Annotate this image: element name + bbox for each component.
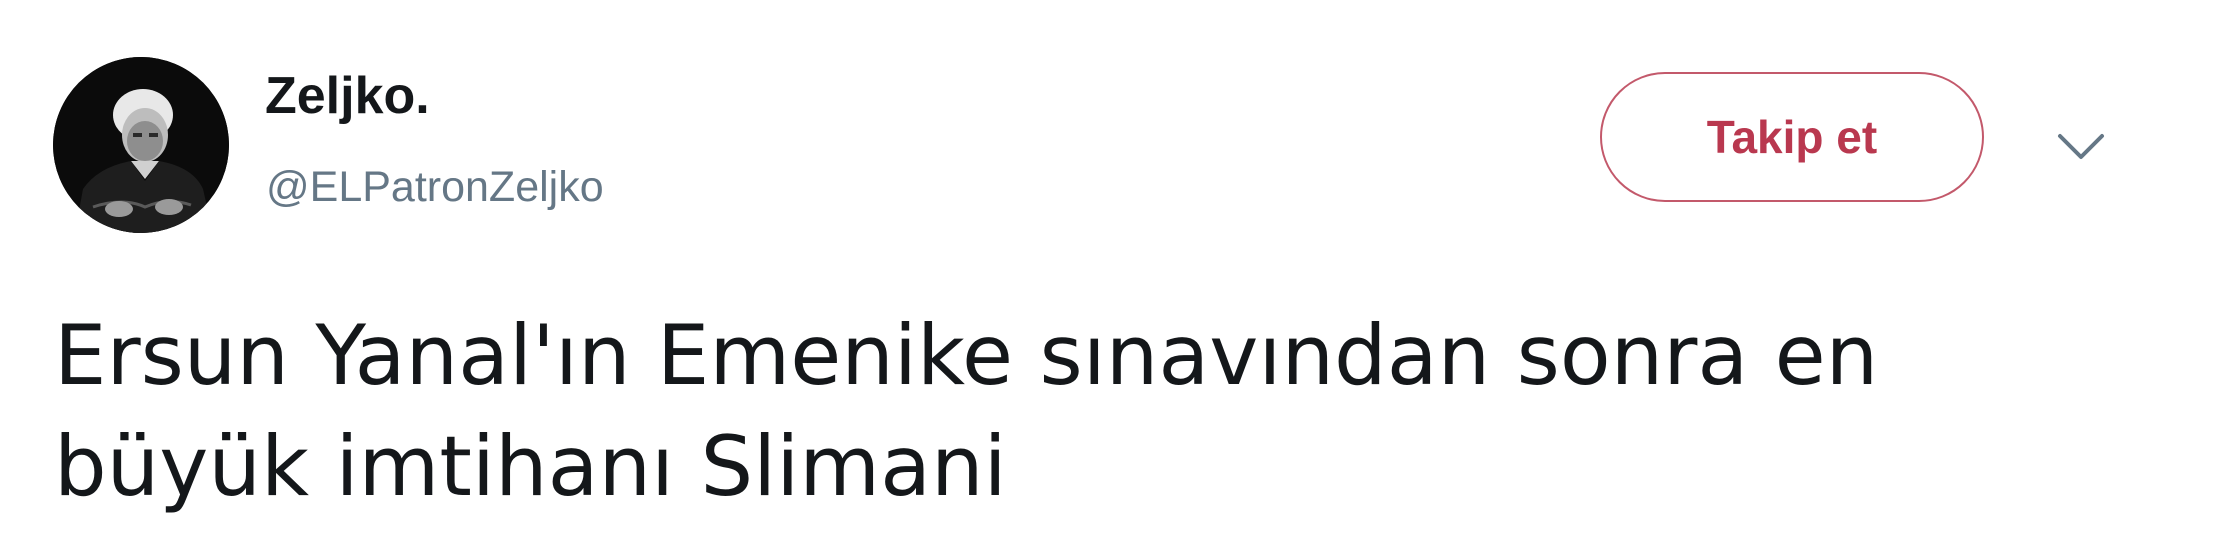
profile-photo-icon: [53, 57, 229, 233]
user-handle[interactable]: @ELPatronZeljko: [266, 166, 604, 209]
follow-button-label: Takip et: [1706, 111, 1878, 163]
avatar[interactable]: [53, 57, 229, 233]
tweet-text: Ersun Yanal'ın Emenike sınavından sonra …: [54, 300, 2054, 522]
tweet-text-line: büyük imtihanı Slimani: [54, 418, 1007, 515]
tweet-card: Zeljko. @ELPatronZeljko Takip et Ersun Y…: [0, 0, 2214, 555]
more-options-button[interactable]: [2056, 132, 2106, 162]
follow-button[interactable]: Takip et: [1600, 72, 1984, 202]
display-name[interactable]: Zeljko.: [265, 70, 430, 122]
chevron-down-icon: [2058, 134, 2104, 159]
tweet-text-line: Ersun Yanal'ın Emenike sınavından sonra …: [54, 307, 1879, 404]
